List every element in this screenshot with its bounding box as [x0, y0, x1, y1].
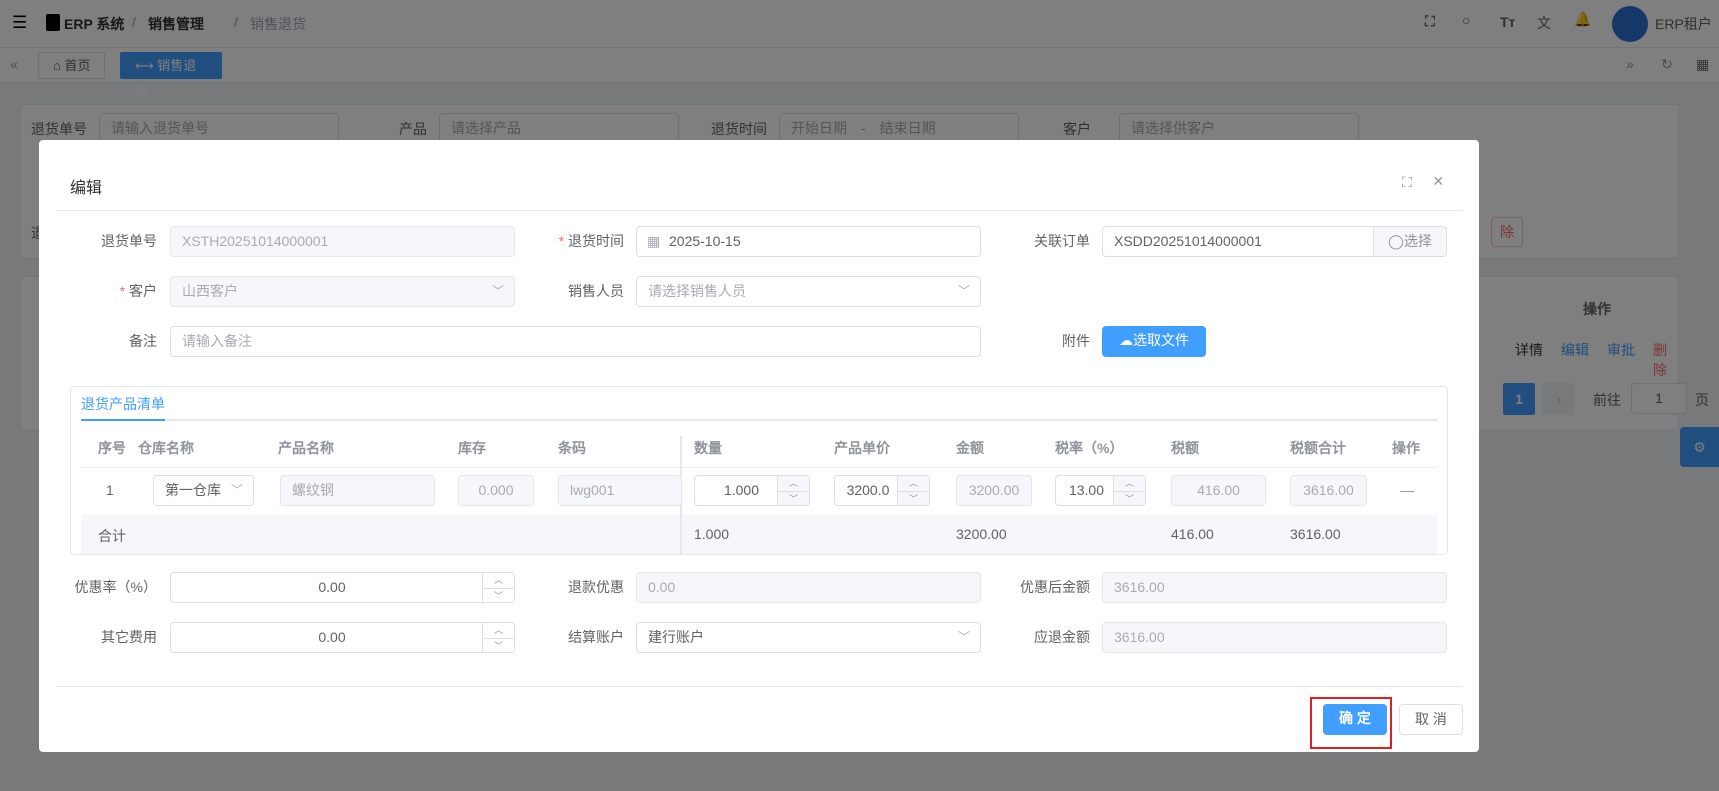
divider — [56, 210, 1462, 211]
col-header: 产品单价 — [834, 440, 890, 456]
upload-button[interactable]: ☁选取文件 — [1102, 326, 1206, 357]
customer-label: 客户 — [39, 276, 157, 307]
account-select[interactable]: 建行账户 ﹀ — [636, 622, 981, 653]
decrement-icon[interactable]: ﹀ — [1114, 490, 1145, 506]
discount-label: 优惠率（%） — [74, 579, 157, 595]
col-header: 产品名称 — [278, 440, 334, 456]
discount-stepper[interactable]: 0.00 ︿ ﹀ — [170, 572, 515, 603]
col-header: 税率（%） — [1055, 440, 1124, 456]
summary-tax: 416.00 — [1171, 526, 1214, 542]
tax-input[interactable]: 416.00 — [1171, 475, 1266, 506]
return-time-input[interactable]: ▦ 2025-10-15 — [636, 226, 981, 257]
remark-textarea[interactable]: 请输入备注 — [170, 326, 981, 357]
refund-discount-input[interactable]: 0.00 — [636, 572, 981, 603]
col-header: 库存 — [458, 440, 486, 456]
amount-input[interactable]: 3200.00 — [956, 475, 1032, 506]
close-icon[interactable]: × — [1433, 171, 1444, 192]
col-header: 数量 — [694, 440, 722, 456]
col-header: 仓库名称 — [138, 440, 194, 456]
order-label: 关联订单 — [1034, 233, 1090, 249]
col-header: 税额合计 — [1290, 440, 1346, 456]
decrement-icon[interactable]: ﹀ — [778, 490, 809, 506]
return-no-label: 退货单号 — [101, 233, 157, 249]
after-discount-label: 优惠后金额 — [1020, 579, 1090, 595]
increment-icon[interactable]: ︿ — [898, 476, 929, 491]
active-tab-indicator — [81, 419, 165, 421]
stock-input[interactable]: 0.000 — [458, 475, 534, 506]
tax-rate-stepper[interactable]: 13.00 ︿ ﹀ — [1055, 475, 1146, 506]
row-op: — — [1400, 482, 1414, 498]
chevron-down-icon: ﹀ — [230, 483, 243, 497]
price-stepper[interactable]: 3200.0 ︿ ﹀ — [834, 475, 930, 506]
total-input[interactable]: 3616.00 — [1290, 475, 1367, 506]
summary-total: 3616.00 — [1290, 526, 1341, 542]
col-header: 金额 — [956, 440, 984, 456]
refund-due-input[interactable]: 3616.00 — [1102, 622, 1447, 653]
refund-discount-label: 退款优惠 — [568, 579, 624, 595]
order-input[interactable]: XSDD20251014000001 — [1102, 226, 1374, 257]
summary-row — [81, 515, 1437, 554]
summary-label: 合计 — [98, 528, 126, 544]
calendar-icon: ▦ — [647, 233, 661, 249]
return-time-label: 退货时间 — [479, 226, 624, 257]
confirm-button[interactable]: 确 定 — [1323, 704, 1387, 735]
select-order-button[interactable]: ◯选择 — [1373, 226, 1447, 257]
chevron-down-icon: ﹀ — [957, 284, 970, 298]
summary-qty: 1.000 — [694, 526, 730, 542]
increment-icon[interactable]: ︿ — [1114, 476, 1145, 491]
account-label: 结算账户 — [568, 629, 624, 645]
col-header: 操作 — [1392, 440, 1420, 456]
sales-select[interactable]: 请选择销售人员 ﹀ — [636, 276, 981, 307]
quantity-stepper[interactable]: 1.000 ︿ ﹀ — [694, 475, 810, 506]
refund-due-label: 应退金额 — [1034, 629, 1090, 645]
tab-return-products[interactable]: 退货产品清单 — [81, 394, 165, 414]
cancel-button[interactable]: 取 消 — [1399, 704, 1463, 735]
other-fee-stepper[interactable]: 0.00 ︿ ﹀ — [170, 622, 515, 653]
warehouse-select[interactable]: 第一仓库 ﹀ — [153, 475, 254, 506]
edit-dialog: 编辑 ⛶ × 退货单号 XSTH20251014000001 退货时间 ▦202… — [39, 140, 1479, 752]
col-header: 条码 — [558, 440, 586, 456]
decrement-icon[interactable]: ﹀ — [898, 490, 929, 506]
barcode-input[interactable]: lwg001 — [558, 475, 682, 506]
attachment-label: 附件 — [1062, 333, 1090, 349]
row-index: 1 — [106, 482, 114, 498]
customer-select[interactable]: 山西客户 ﹀ — [170, 276, 515, 307]
maximize-icon[interactable]: ⛶ — [1402, 174, 1412, 191]
col-header: 税额 — [1171, 440, 1199, 456]
after-discount-input[interactable]: 3616.00 — [1102, 572, 1447, 603]
col-header: 序号 — [98, 440, 126, 456]
dialog-title: 编辑 — [70, 180, 103, 197]
other-fee-label: 其它费用 — [101, 629, 157, 645]
product-name-input[interactable]: 螺纹钢 — [280, 475, 435, 506]
return-no-input[interactable]: XSTH20251014000001 — [170, 226, 515, 257]
sales-label: 销售人员 — [568, 283, 624, 299]
increment-icon[interactable]: ︿ — [778, 476, 809, 491]
summary-amount: 3200.00 — [956, 526, 1007, 542]
remark-label: 备注 — [129, 333, 157, 349]
footer-divider — [56, 686, 1462, 687]
